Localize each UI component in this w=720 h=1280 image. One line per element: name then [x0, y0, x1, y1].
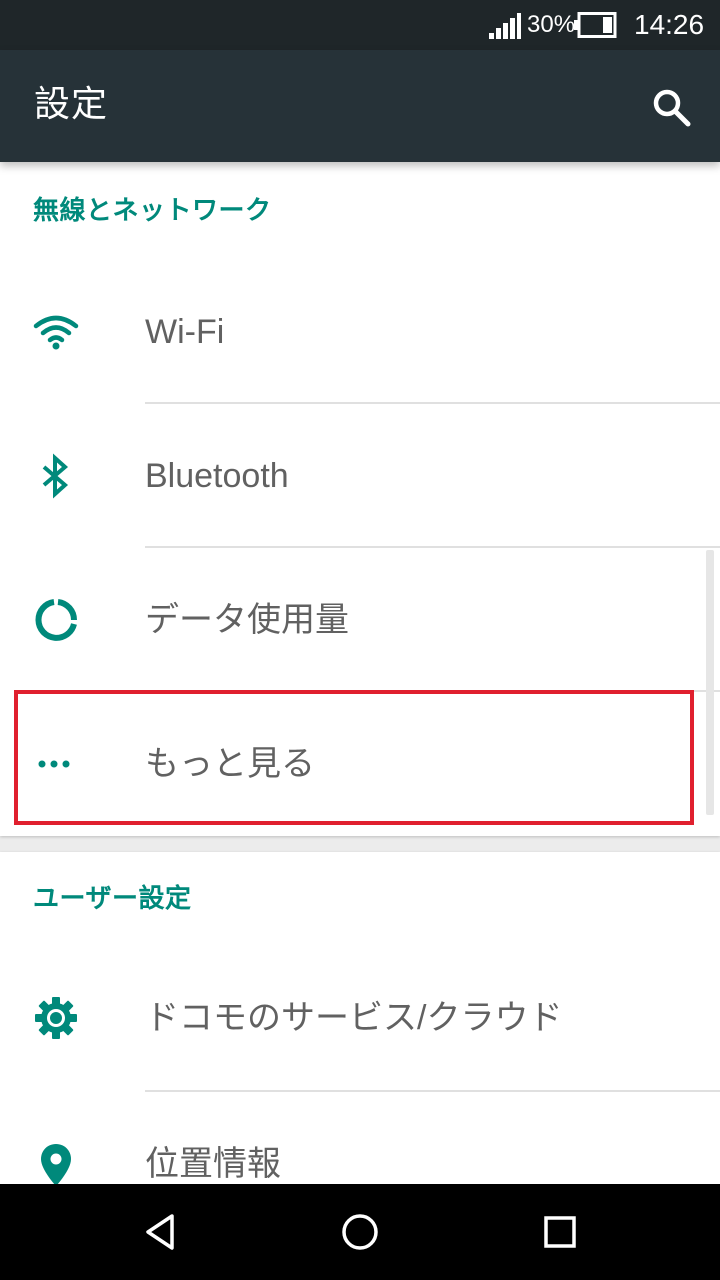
location-pin-icon	[41, 1144, 71, 1186]
settings-item-data-usage[interactable]: データ使用量	[0, 548, 720, 692]
wireless-networks-card: 無線とネットワーク Wi-Fi Bluetooth データ使用量 もっと見る	[0, 162, 720, 836]
settings-item-more[interactable]: もっと見る	[0, 692, 720, 836]
settings-item-label: もっと見る	[145, 745, 315, 783]
settings-item-label: Bluetooth	[145, 457, 289, 495]
recents-icon[interactable]	[536, 1208, 584, 1256]
user-settings-card: ユーザー設定 ドコモのサービス/クラウド 位置情報	[0, 852, 720, 1192]
navigation-bar	[0, 1184, 720, 1280]
search-icon[interactable]	[648, 84, 694, 130]
back-icon[interactable]	[136, 1208, 184, 1256]
settings-screen: 30% 14:26 設定 無線とネットワーク Wi-Fi Bluetooth デ…	[0, 0, 720, 1280]
battery-percent: 30%	[527, 11, 576, 38]
settings-item-label: ドコモのサービス/クラウド	[145, 999, 563, 1037]
settings-item-label: データ使用量	[145, 601, 349, 639]
wifi-icon	[33, 315, 79, 350]
app-toolbar: 設定	[0, 50, 720, 162]
section-header-user-settings: ユーザー設定	[33, 884, 192, 914]
scrollbar[interactable]	[706, 550, 714, 815]
settings-item-label: Wi-Fi	[145, 313, 225, 351]
settings-item-docomo-services[interactable]: ドコモのサービス/クラウド	[0, 946, 720, 1090]
home-icon[interactable]	[336, 1208, 384, 1256]
settings-item-bluetooth[interactable]: Bluetooth	[0, 404, 720, 548]
gear-icon	[35, 997, 77, 1039]
status-bar: 30% 14:26	[0, 0, 720, 50]
data-usage-icon	[35, 599, 78, 641]
section-header-wireless: 無線とネットワーク	[33, 196, 272, 226]
settings-item-label: 位置情報	[145, 1145, 281, 1183]
clock: 14:26	[634, 9, 705, 40]
signal-icon	[489, 13, 521, 39]
bluetooth-icon	[42, 453, 69, 499]
battery-icon	[574, 12, 617, 38]
settings-item-wifi[interactable]: Wi-Fi	[0, 260, 720, 404]
page-title: 設定	[34, 84, 109, 125]
more-icon	[38, 760, 70, 768]
